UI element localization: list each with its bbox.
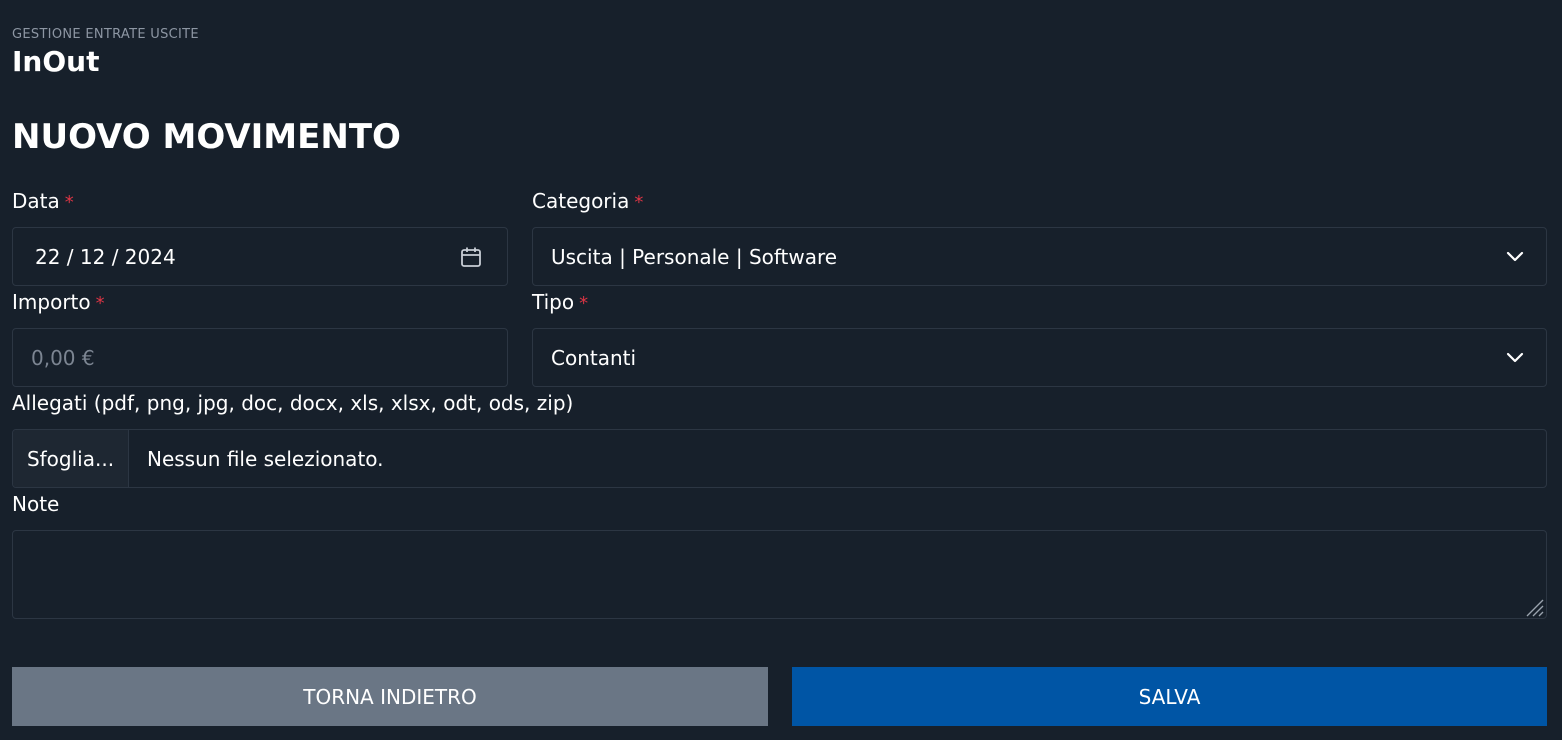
data-label: Data *	[12, 189, 74, 213]
importo-label: Importo *	[12, 290, 105, 314]
page: GESTIONE ENTRATE USCITE InOut NUOVO MOVI…	[0, 0, 1562, 740]
importo-placeholder: 0,00 €	[31, 345, 95, 370]
chevron-down-icon[interactable]	[1504, 348, 1526, 368]
note-label: Note	[12, 492, 60, 516]
required-marker: *	[579, 293, 589, 314]
date-value: 22 / 12 / 2024	[35, 244, 176, 269]
allegati-label: Allegati (pdf, png, jpg, doc, docx, xls,…	[12, 391, 574, 415]
browse-button[interactable]: Sfoglia...	[13, 430, 129, 487]
date-input[interactable]: 22 / 12 / 2024	[12, 227, 508, 286]
data-label-text: Data	[12, 189, 60, 213]
tipo-select[interactable]: Contanti	[532, 328, 1547, 387]
importo-label-text: Importo	[12, 290, 91, 314]
resize-handle-icon[interactable]	[1523, 596, 1544, 617]
app-title[interactable]: InOut	[12, 45, 99, 78]
allegati-file-input[interactable]: Sfoglia... Nessun file selezionato.	[12, 429, 1547, 488]
note-textarea[interactable]	[12, 530, 1547, 619]
categoria-label: Categoria *	[532, 189, 643, 213]
page-title: NUOVO MOVIMENTO	[12, 117, 401, 157]
tipo-selected-value: Contanti	[551, 345, 637, 370]
app-subtitle: GESTIONE ENTRATE USCITE	[12, 27, 199, 42]
back-button[interactable]: TORNA INDIETRO	[12, 667, 768, 726]
file-status: Nessun file selezionato.	[147, 446, 384, 471]
tipo-label: Tipo *	[532, 290, 588, 314]
required-marker: *	[64, 192, 74, 213]
categoria-label-text: Categoria	[532, 189, 630, 213]
chevron-down-icon[interactable]	[1504, 247, 1526, 267]
importo-input[interactable]: 0,00 €	[12, 328, 508, 387]
required-marker: *	[95, 293, 105, 314]
categoria-select[interactable]: Uscita | Personale | Software	[532, 227, 1547, 286]
calendar-icon[interactable]	[459, 245, 483, 269]
tipo-label-text: Tipo	[532, 290, 575, 314]
required-marker: *	[634, 192, 644, 213]
categoria-selected-value: Uscita | Personale | Software	[551, 244, 838, 269]
save-button[interactable]: SALVA	[792, 667, 1547, 726]
